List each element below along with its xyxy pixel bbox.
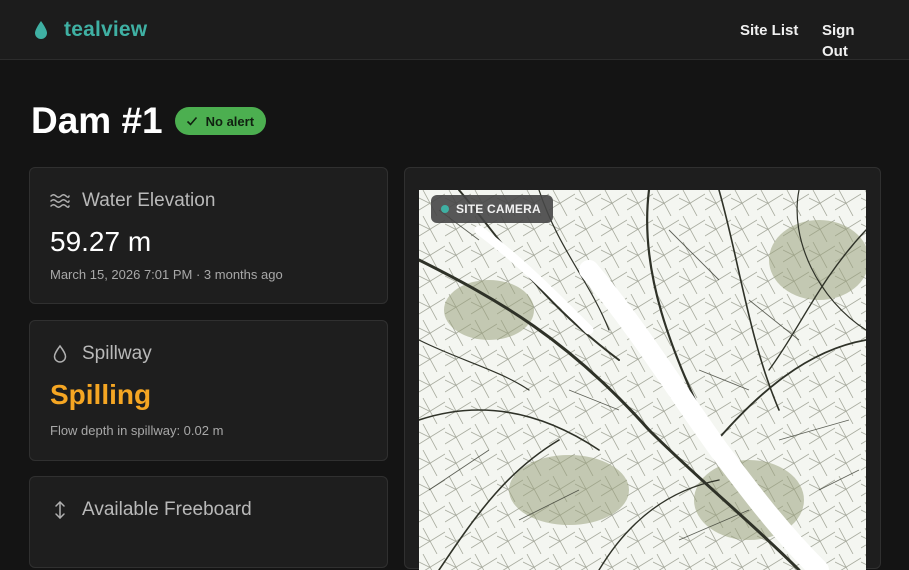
vertical-arrows-icon: [55, 501, 65, 519]
water-elevation-timestamp: March 15, 2026 7:01 PM · 3 months ago: [50, 267, 283, 282]
nav-sign-out[interactable]: Sign Out: [822, 20, 872, 62]
brand-name: tealview: [64, 18, 148, 41]
spillway-status: Spilling: [50, 379, 152, 410]
camera-image[interactable]: SITE CAMERA: [419, 190, 866, 570]
water-elevation-label: Water Elevation: [82, 190, 216, 211]
top-bar: tealview Site List Sign Out: [0, 0, 909, 60]
waves-icon: [50, 194, 70, 208]
water-elevation-card: Water Elevation 59.27 m March 15, 2026 7…: [29, 167, 388, 304]
status-badge: No alert: [174, 107, 267, 135]
water-elevation-value: 59.27 m: [50, 226, 152, 257]
spillway-flow-depth: Flow depth in spillway: 0.02 m: [50, 423, 224, 438]
site-camera-chip: SITE CAMERA: [431, 195, 553, 223]
page-header: Dam #1 No alert: [31, 100, 267, 142]
spillway-card: Spillway Spilling Flow depth in spillway…: [29, 320, 388, 461]
page-title: Dam #1: [31, 100, 163, 141]
freeboard-label: Available Freeboard: [82, 499, 252, 520]
freeboard-card: Available Freeboard: [29, 476, 388, 568]
droplet-icon: [53, 344, 67, 363]
site-camera-label: SITE CAMERA: [456, 202, 541, 216]
site-camera-card: SITE CAMERA: [404, 167, 881, 570]
spillway-label: Spillway: [82, 343, 152, 364]
check-icon: [186, 116, 197, 126]
nav-site-list[interactable]: Site List: [740, 20, 798, 41]
camera-scene: [419, 190, 866, 570]
droplet-logo-icon: [35, 21, 47, 39]
live-dot-icon: [441, 205, 449, 213]
status-badge-label: No alert: [205, 113, 255, 129]
brand[interactable]: tealview: [34, 18, 147, 42]
